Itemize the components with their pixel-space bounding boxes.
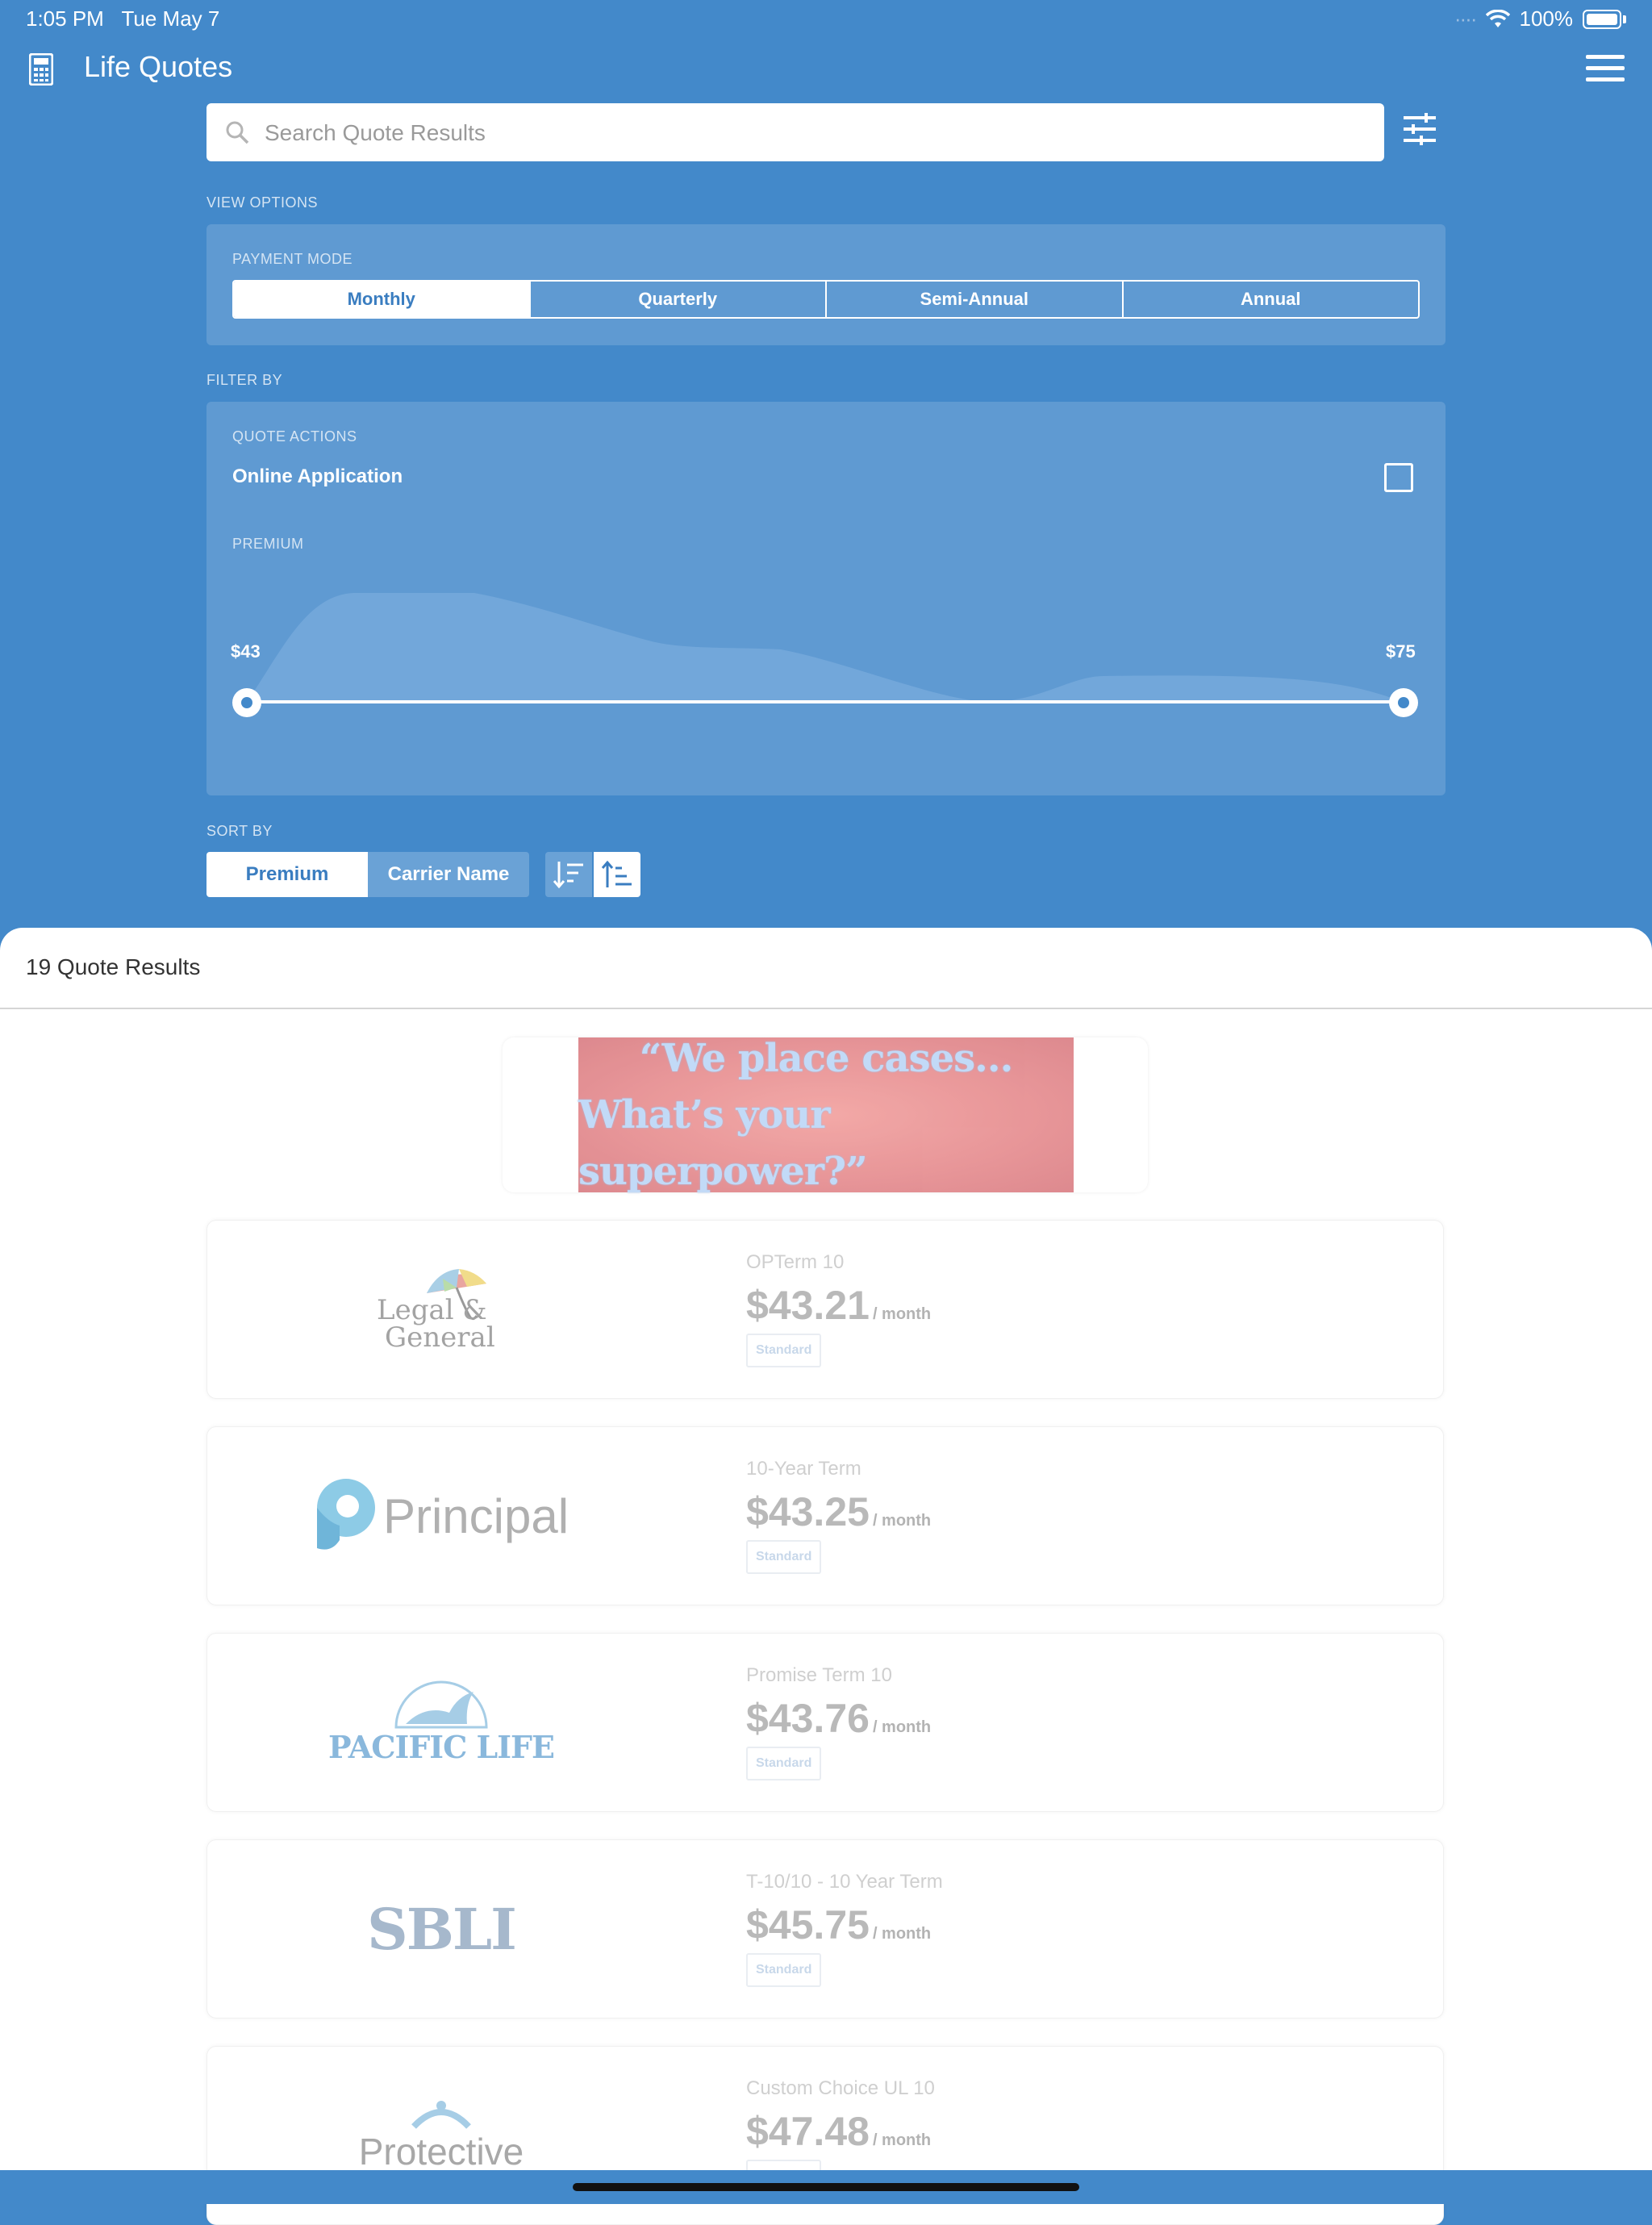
promo-banner[interactable]: “We place cases... What’s your superpowe… <box>578 1036 1074 1194</box>
payment-mode-annual[interactable]: Annual <box>1121 282 1419 317</box>
payment-mode-semi-annual[interactable]: Semi-Annual <box>825 282 1122 317</box>
risk-class-badge: Standard <box>746 1747 822 1780</box>
carrier-logo: Legal & General <box>304 1245 578 1374</box>
carrier-logo: PACIFIC LIFE <box>304 1658 578 1787</box>
plan-name: 10-Year Term <box>746 1458 861 1480</box>
carrier-logo: SBLI <box>304 1864 578 1993</box>
sort-by-label: SORT BY <box>206 823 273 839</box>
risk-class-badge: Standard <box>746 1334 822 1367</box>
protective-logo-icon <box>411 2101 471 2129</box>
quote-actions-label: QUOTE ACTIONS <box>232 428 357 445</box>
carrier-logo-line1: Legal & <box>377 1294 487 1326</box>
plan-name: OPTerm 10 <box>746 1251 845 1273</box>
plan-name: T-10/10 - 10 Year Term <box>746 1871 943 1893</box>
premium-max-value: $75 <box>1386 641 1416 662</box>
plan-name: Custom Choice UL 10 <box>746 2077 935 2099</box>
premium-slider-track <box>247 700 1404 703</box>
sort-ascending-button[interactable] <box>594 852 640 897</box>
plan-name: Promise Term 10 <box>746 1664 892 1686</box>
filter-by-label: FILTER BY <box>206 372 283 388</box>
payment-mode-label: PAYMENT MODE <box>232 251 353 267</box>
sort-descending-icon <box>553 862 583 889</box>
search-input[interactable] <box>263 103 1371 163</box>
risk-class-badge: Standard <box>746 1540 822 1574</box>
app-title: Life Quotes <box>84 50 233 83</box>
carrier-logo-text: Principal <box>382 1488 569 1543</box>
whale-logo-icon <box>394 1680 488 1728</box>
payment-mode-segmented-control: Monthly Quarterly Semi-Annual Annual <box>232 280 1420 319</box>
sort-premium-button[interactable]: Premium <box>206 852 368 897</box>
view-options-label: VIEW OPTIONS <box>206 194 319 211</box>
hamburger-menu-icon[interactable] <box>1586 55 1625 82</box>
results-count: 19 Quote Results <box>26 954 201 979</box>
sort-ascending-icon <box>601 860 632 887</box>
plan-price: $45.75/ month <box>746 1902 932 1947</box>
filter-settings-icon[interactable] <box>1402 111 1437 147</box>
plan-price: $43.21/ month <box>746 1283 932 1328</box>
wifi-icon <box>1485 9 1510 27</box>
signal-dots-icon: ···· <box>1454 6 1478 31</box>
quote-card[interactable]: Legal & General OPTerm 10 $43.21/ month … <box>206 1220 1444 1399</box>
calculator-icon[interactable] <box>29 53 53 86</box>
premium-slider-min-handle[interactable] <box>232 688 261 717</box>
search-icon <box>226 121 249 144</box>
premium-min-value: $43 <box>231 641 261 662</box>
status-time: 1:05 PM Tue May 7 <box>26 6 220 31</box>
plan-price: $43.25/ month <box>746 1489 932 1534</box>
premium-distribution-area <box>247 593 1402 702</box>
payment-mode-quarterly[interactable]: Quarterly <box>528 282 826 317</box>
carrier-logo-line2: General <box>385 1321 495 1354</box>
carrier-logo-text: Protective <box>358 2131 524 2173</box>
principal-logo-icon <box>316 1479 375 1550</box>
online-application-checkbox[interactable] <box>1384 463 1413 492</box>
carrier-logo: Principal <box>304 1451 578 1580</box>
premium-slider-max-handle[interactable] <box>1389 688 1418 717</box>
status-indicators: ···· 100% <box>1454 6 1626 31</box>
online-application-label: Online Application <box>232 465 403 487</box>
carrier-logo-text: SBLI <box>367 1895 517 1963</box>
quote-card[interactable]: Principal 10-Year Term $43.25/ month Sta… <box>206 1426 1444 1605</box>
home-indicator[interactable] <box>573 2183 1079 2191</box>
sort-descending-button[interactable] <box>545 852 592 897</box>
results-divider <box>0 1008 1652 1009</box>
carrier-logo-text: PACIFIC LIFE <box>328 1728 555 1765</box>
quote-card[interactable]: SBLI T-10/10 - 10 Year Term $45.75/ mont… <box>206 1839 1444 2018</box>
promo-banner-line1: “We place cases... <box>639 1036 1014 1081</box>
plan-price: $47.48/ month <box>746 2109 932 2154</box>
battery-icon <box>1583 9 1621 29</box>
sort-carrier-name-button[interactable]: Carrier Name <box>368 852 529 897</box>
quote-card[interactable]: PACIFIC LIFE Promise Term 10 $43.76/ mon… <box>206 1633 1444 1812</box>
search-box[interactable] <box>206 103 1384 163</box>
plan-price: $43.76/ month <box>746 1696 932 1741</box>
premium-label: PREMIUM <box>232 536 304 552</box>
promo-banner-line2: What’s your superpower?” <box>578 1092 868 1194</box>
payment-mode-monthly[interactable]: Monthly <box>234 282 529 317</box>
battery-percent: 100% <box>1519 6 1574 31</box>
risk-class-badge: Standard <box>746 1953 822 1987</box>
